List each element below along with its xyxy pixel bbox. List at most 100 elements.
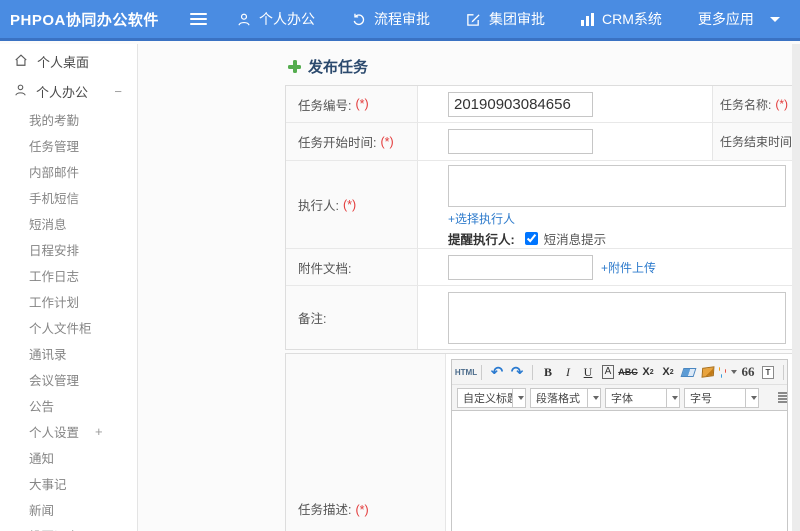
nav-label: 个人办公 (259, 11, 315, 27)
caret-down-icon (769, 16, 780, 22)
toolbar-separator (532, 364, 533, 380)
html-source-button[interactable]: HTML (455, 363, 477, 382)
sidebar-item-personal-desktop[interactable]: 个人桌面 (0, 46, 137, 76)
undo-button[interactable]: ↶ (488, 363, 506, 382)
sms-remind-label: 短消息提示 (543, 233, 607, 247)
redo-button[interactable]: ↷ (508, 363, 526, 382)
sidebar-item-announcement[interactable]: 公告 (0, 392, 137, 418)
blockquote-button[interactable]: 66 (739, 363, 757, 382)
font-size-dropdown[interactable]: 字号 (684, 387, 759, 408)
nav-process-approval[interactable]: 流程审批 (351, 9, 430, 29)
editor-content-area[interactable] (452, 410, 787, 531)
nav-group-approval[interactable]: 集团审批 (466, 9, 545, 29)
select-executor-link[interactable]: +选择执行人 (448, 210, 515, 227)
remark-textarea[interactable] (448, 291, 786, 344)
sidebar-item-schedule[interactable]: 日程安排 (0, 236, 137, 262)
sidebar-item-label: 手机短信 (29, 191, 80, 206)
row-executor: 执行人: (*) +选择执行人 提醒执行人: 短消息提示 (286, 161, 793, 249)
sidebar-item-label: 会议管理 (29, 373, 80, 388)
expand-toggle[interactable]: + (95, 424, 103, 439)
attachment-upload-link[interactable]: +附件上传 (601, 259, 656, 276)
sidebar-item-label: 短消息 (29, 217, 67, 232)
format-brush-icon[interactable] (699, 363, 717, 382)
sidebar-item-memorabilia[interactable]: 大事记 (0, 470, 137, 496)
home-icon (14, 53, 28, 70)
align-left-icon[interactable] (777, 391, 787, 405)
nav-more-apps[interactable]: 更多应用 (698, 9, 780, 29)
sidebar-item-attendance[interactable]: 我的考勤 (0, 106, 137, 132)
top-nav: 个人办公 流程审批 集团审批 CRM系统 更多应用 (237, 9, 780, 29)
page-title-text: 发布任务 (308, 59, 369, 76)
italic-button[interactable]: I (559, 363, 577, 382)
toolbar-separator (481, 364, 482, 380)
nav-label: CRM系统 (602, 11, 662, 27)
sidebar-item-label: 日程安排 (29, 243, 80, 258)
sidebar-item-internal-mail[interactable]: 内部邮件 (0, 158, 137, 184)
subscript-button[interactable]: X2 (659, 363, 677, 382)
caret-down-icon (517, 395, 524, 400)
sidebar-item-label: 通讯录 (29, 347, 67, 362)
row-start-time: 任务开始时间:(*) 任务结束时间:(*) (286, 123, 793, 161)
sidebar-item-label: 任务管理 (29, 139, 80, 154)
executor-cell: +选择执行人 提醒执行人: 短消息提示 (418, 161, 793, 248)
sidebar-item-label: 内部邮件 (29, 165, 80, 180)
hamburger-menu-icon[interactable] (190, 10, 207, 28)
row-remark: 备注: (286, 286, 793, 349)
sidebar-item-news[interactable]: 新闻 (0, 496, 137, 522)
nav-crm-system[interactable]: CRM系统 (581, 9, 662, 29)
sidebar-item-personal-office[interactable]: 个人办公 − (0, 76, 137, 106)
nav-personal-office[interactable]: 个人办公 (237, 9, 315, 29)
sidebar-item-personal-settings[interactable]: 个人设置 + (0, 418, 137, 444)
sidebar-item-mobile-sms[interactable]: 手机短信 (0, 184, 137, 210)
bold-button[interactable]: B (539, 363, 557, 382)
heading-dropdown[interactable]: 自定义标题 (457, 387, 526, 408)
approval-edit-icon (466, 12, 481, 27)
top-header: PHPOA协同办公软件 个人办公 流程审批 集团审批 CRM系统 更多应用 (0, 0, 800, 41)
sidebar-item-label: 个人办公 (36, 84, 89, 100)
sidebar-item-task-management[interactable]: 任务管理 (0, 132, 137, 158)
sidebar-item-contacts[interactable]: 通讯录 (0, 340, 137, 366)
user-icon (237, 12, 251, 27)
caret-down-icon (731, 370, 737, 374)
crm-chart-icon (581, 12, 594, 26)
task-number-input[interactable] (448, 91, 593, 117)
sidebar-item-notification[interactable]: 通知 (0, 444, 137, 470)
attachment-input[interactable] (448, 254, 593, 280)
attachment-label: 附件文档: (286, 249, 418, 285)
executor-textarea[interactable] (448, 165, 786, 207)
app-logo: PHPOA协同办公软件 (10, 11, 159, 29)
collapse-toggle[interactable]: − (114, 84, 122, 99)
start-time-input[interactable] (448, 129, 593, 154)
sidebar-item-label: 通知 (29, 451, 55, 466)
start-time-label: 任务开始时间: (*) (286, 123, 418, 160)
sidebar-item-file-cabinet[interactable]: 个人文件柜 (0, 314, 137, 340)
sms-remind-checkbox[interactable] (524, 232, 538, 245)
sidebar-item-work-plan[interactable]: 工作计划 (0, 288, 137, 314)
attachment-cell: +附件上传 (418, 249, 793, 285)
editor-toolbar-row1: HTML ↶ ↷ B I U A ABC X2 X2 66 T (452, 360, 787, 384)
row-attachment: 附件文档: +附件上传 (286, 249, 793, 286)
underline-button[interactable]: U (579, 363, 597, 382)
sidebar-item-label: 投票调查 (29, 526, 79, 531)
paragraph-format-dropdown[interactable]: 段落格式 (530, 387, 601, 408)
eraser-icon[interactable] (679, 363, 697, 382)
remind-executor-row: 提醒执行人: 短消息提示 (448, 229, 606, 248)
sidebar-item-short-message[interactable]: 短消息 (0, 210, 137, 236)
sidebar-item-work-log[interactable]: 工作日志 (0, 262, 137, 288)
main-content: 发布任务 任务编号:(*) 任务名称:(*) 任务开始时间:(*) 任务结束 (138, 44, 800, 531)
sidebar-item-meeting-management[interactable]: 会议管理 (0, 366, 137, 392)
font-family-dropdown[interactable]: 字体 (605, 387, 680, 408)
superscript-button[interactable]: X2 (639, 363, 657, 382)
task-description-section: 任务描述: (*) HTML ↶ ↷ B I U A ABC X2 X2 66 … (285, 353, 794, 531)
start-time-cell (418, 123, 712, 160)
sidebar-item-label: 新闻 (29, 503, 55, 518)
sidebar-item-vote[interactable]: 投票调查 (0, 522, 137, 531)
editor-toolbar-row2: 自定义标题 段落格式 字体 字号 (452, 384, 787, 410)
user-icon (14, 83, 27, 100)
description-label: 任务描述: (*) (286, 354, 446, 531)
color-sparkle-icon[interactable] (719, 363, 737, 382)
caret-down-icon (592, 395, 599, 400)
font-style-button[interactable]: A (599, 363, 617, 382)
paste-as-text-icon[interactable]: T (759, 363, 777, 382)
strikethrough-button[interactable]: ABC (618, 363, 638, 382)
